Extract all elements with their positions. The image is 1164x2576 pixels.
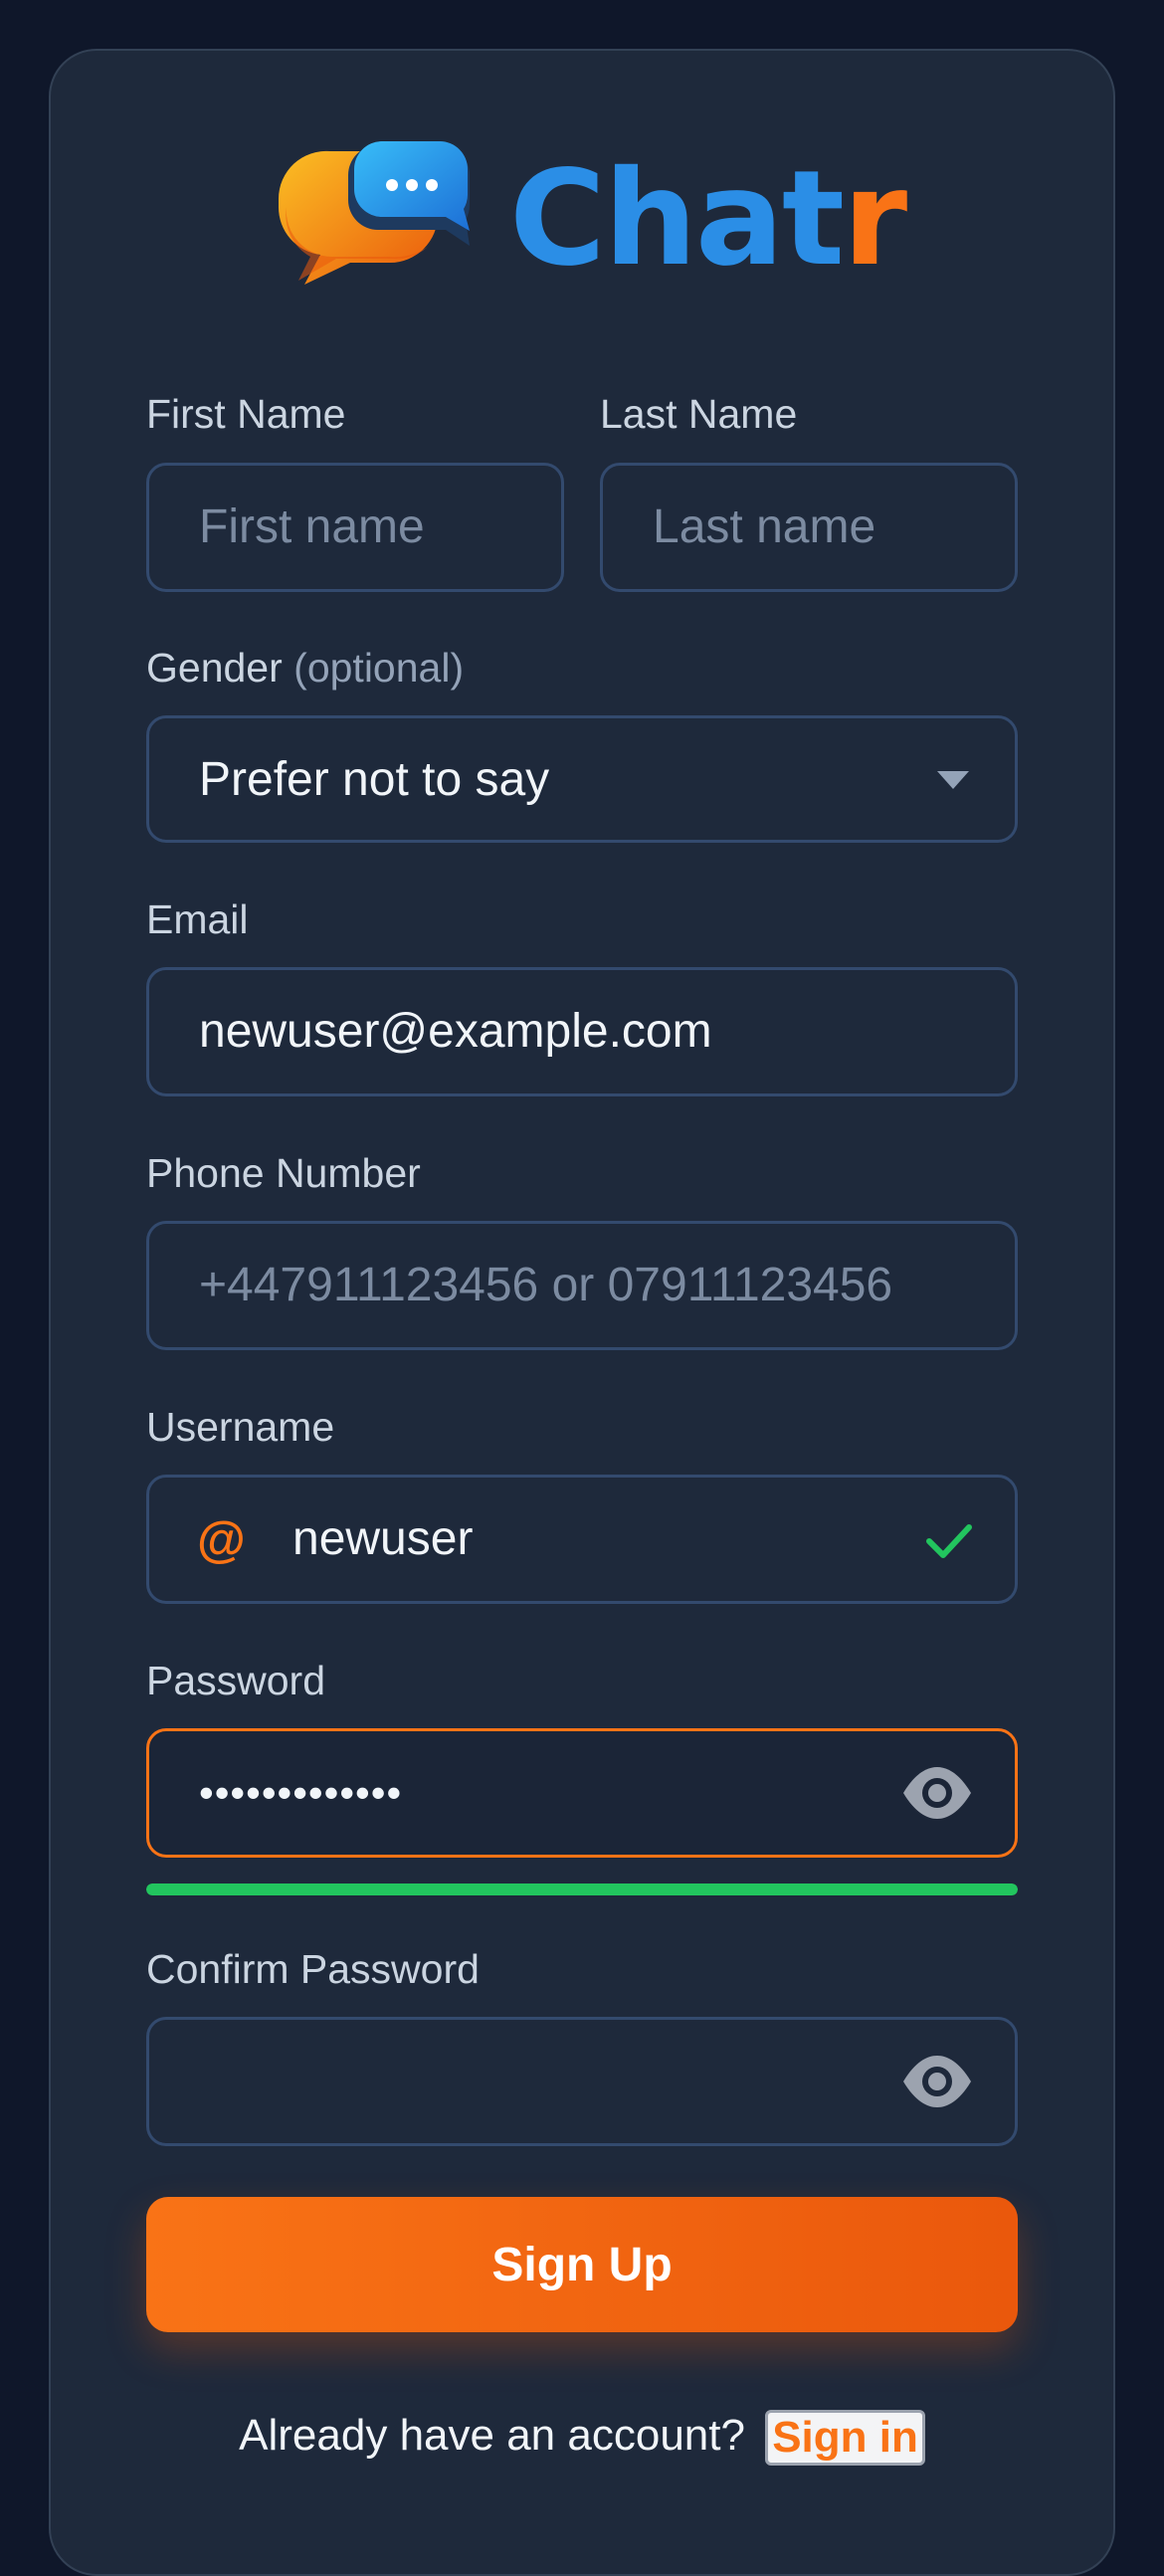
sign-in-link[interactable]: Sign in [765,2410,925,2467]
confirm-password-input[interactable] [199,2020,895,2143]
phone-field[interactable] [146,1221,1018,1350]
confirm-password-label: Confirm Password [146,1946,480,1992]
username-label: Username [146,1404,335,1450]
gender-select[interactable]: Prefer not to say [146,715,1018,843]
gender-optional-hint: (optional) [293,645,465,691]
chevron-down-icon [937,771,969,789]
first-name-field[interactable] [146,463,564,592]
confirm-password-field[interactable] [146,2017,1018,2146]
first-name-input[interactable] [199,466,547,589]
last-name-label: Last Name [600,391,798,437]
password-input[interactable]: ••••••••••••• [199,1731,402,1855]
sign-in-prompt: Already have an account? Sign in [0,2406,1164,2467]
username-input[interactable] [292,1478,889,1601]
gender-label-text: Gender [146,645,283,691]
brand-name-main: Chat [509,142,845,296]
last-name-field[interactable] [600,463,1018,592]
eye-icon[interactable] [901,1761,973,1825]
sign-up-button[interactable]: Sign Up [146,2197,1018,2332]
chatr-logo: Chatr [279,139,907,298]
chat-bubbles-icon [279,141,470,285]
username-field[interactable]: @ [146,1475,1018,1604]
email-label: Email [146,896,249,942]
first-name-label: First Name [146,391,346,437]
phone-input[interactable] [199,1224,975,1347]
check-icon [926,1524,972,1558]
at-prefix-icon: @ [197,1511,246,1567]
password-label: Password [146,1658,326,1703]
brand-name: Chatr [509,139,907,298]
last-name-input[interactable] [653,466,1001,589]
password-field[interactable]: ••••••••••••• [146,1728,1018,1858]
email-field[interactable] [146,967,1018,1096]
brand-name-accent: r [843,142,907,296]
email-input[interactable] [199,970,975,1093]
gender-label: Gender (optional) [146,644,464,692]
eye-icon[interactable] [901,2050,973,2113]
phone-label: Phone Number [146,1150,421,1196]
sign-in-prompt-text: Already have an account? [239,2411,745,2460]
gender-selected-value: Prefer not to say [199,753,550,806]
password-strength-fill [146,1883,1018,1895]
password-strength-bar [146,1883,1018,1895]
